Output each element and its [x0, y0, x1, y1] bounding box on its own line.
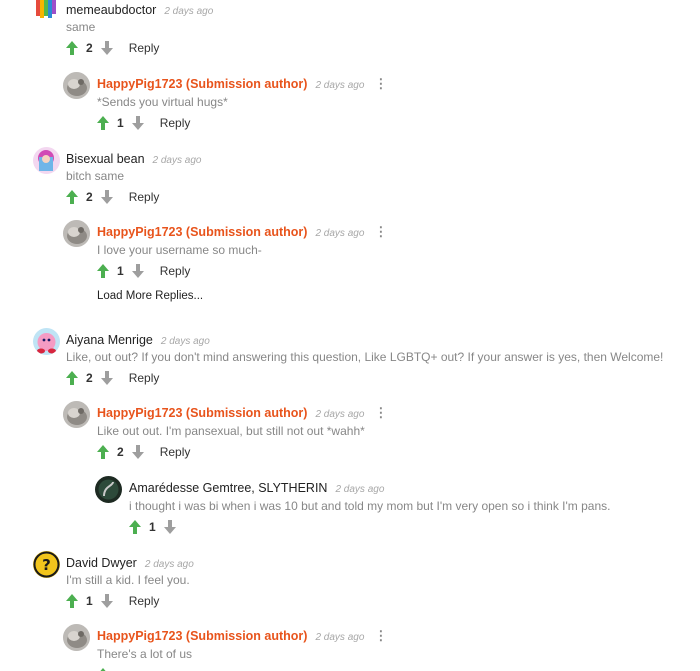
comment-timestamp: 2 days ago [315, 228, 365, 239]
comment-timestamp: 2 days ago [315, 80, 365, 91]
downvote-icon[interactable] [132, 116, 144, 130]
comment-text: Like, out out? If you don't mind answeri… [66, 350, 664, 364]
comment-text: *Sends you virtual hugs* [97, 95, 228, 109]
avatar[interactable] [63, 72, 90, 99]
downvote-icon[interactable] [101, 594, 113, 608]
vote-score: 2 [117, 445, 124, 459]
comment: HappyPig1723 (Submission author) 2 days a… [0, 622, 700, 671]
reply-button[interactable]: Reply [160, 264, 191, 278]
comment-text: I love your username so much- [97, 243, 262, 257]
reply-button[interactable]: Reply [129, 371, 160, 385]
avatar[interactable] [33, 0, 60, 21]
comment-timestamp: 2 days ago [315, 409, 365, 420]
vote-score: 2 [86, 190, 93, 204]
comment: Aiyana Menrige 2 days ago Like, out out? … [0, 326, 700, 386]
comment-author[interactable]: HappyPig1723 (Submission author) [97, 77, 307, 91]
comment-text: Like out out. I'm pansexual, but still n… [97, 424, 365, 438]
comment: memeaubdoctor 2 days ago same 2 Reply [0, 0, 700, 60]
downvote-icon[interactable] [101, 371, 113, 385]
upvote-icon[interactable] [97, 445, 109, 459]
upvote-icon[interactable] [66, 41, 78, 55]
comment-timestamp: 2 days ago [164, 6, 214, 17]
comment-text: There's a lot of us [97, 647, 193, 661]
downvote-icon[interactable] [101, 190, 113, 204]
comment-timestamp: 2 days ago [152, 155, 202, 166]
vote-score: 1 [86, 594, 93, 608]
comment: HappyPig1723 (Submission author) 2 days a… [0, 218, 700, 278]
svg-text:?: ? [42, 556, 51, 574]
comment-text: same [66, 20, 96, 34]
vote-score: 1 [149, 520, 156, 534]
comment-author[interactable]: HappyPig1723 (Submission author) [97, 406, 307, 420]
avatar[interactable] [63, 401, 90, 428]
reply-button[interactable]: Reply [129, 594, 160, 608]
vote-score: 2 [86, 41, 93, 55]
avatar[interactable] [95, 476, 122, 503]
more-options-icon[interactable]: ⋮ [374, 628, 387, 643]
vote-score: 1 [117, 264, 124, 278]
vote-score: 1 [117, 116, 124, 130]
downvote-icon[interactable] [132, 264, 144, 278]
upvote-icon[interactable] [129, 520, 141, 534]
comment-timestamp: 2 days ago [160, 336, 210, 347]
reply-button[interactable]: Reply [129, 190, 160, 204]
reply-button[interactable]: Reply [129, 41, 160, 55]
comment: Bisexual bean 2 days ago bitch same 2 Rep… [0, 145, 700, 205]
upvote-icon[interactable] [97, 264, 109, 278]
comment-text: bitch same [66, 169, 125, 183]
comment-author[interactable]: Amarédesse Gemtree, SLYTHERIN [129, 481, 327, 495]
comment-text: I'm still a kid. I feel you. [66, 573, 190, 587]
comment-author[interactable]: Bisexual bean [66, 152, 145, 166]
vote-score: 2 [86, 371, 93, 385]
comment: ? David Dwyer 2 days ago I'm still a kid.… [0, 549, 700, 609]
reply-button[interactable]: Reply [160, 445, 191, 459]
comment: HappyPig1723 (Submission author) 2 days a… [0, 399, 700, 459]
comment-author[interactable]: Aiyana Menrige [66, 333, 153, 347]
downvote-icon[interactable] [132, 445, 144, 459]
avatar[interactable] [63, 624, 90, 651]
downvote-icon[interactable] [101, 41, 113, 55]
more-options-icon[interactable]: ⋮ [374, 76, 387, 91]
upvote-icon[interactable] [66, 371, 78, 385]
avatar[interactable] [33, 147, 60, 174]
comment: HappyPig1723 (Submission author) 2 days a… [0, 70, 700, 130]
comment-author[interactable]: HappyPig1723 (Submission author) [97, 225, 307, 239]
comment-timestamp: 2 days ago [315, 632, 365, 643]
avatar[interactable] [33, 328, 60, 355]
upvote-icon[interactable] [66, 190, 78, 204]
comment-author[interactable]: memeaubdoctor [66, 3, 156, 17]
more-options-icon[interactable]: ⋮ [374, 224, 387, 239]
comment-author[interactable]: HappyPig1723 (Submission author) [97, 629, 307, 643]
downvote-icon[interactable] [164, 520, 176, 534]
upvote-icon[interactable] [66, 594, 78, 608]
reply-button[interactable]: Reply [160, 116, 191, 130]
comment: Amarédesse Gemtree, SLYTHERIN 2 days ago … [0, 474, 700, 534]
upvote-icon[interactable] [97, 116, 109, 130]
comment-timestamp: 2 days ago [335, 484, 385, 495]
comment-timestamp: 2 days ago [144, 559, 194, 570]
avatar[interactable] [63, 220, 90, 247]
comment-text: i thought i was bi when i was 10 but and… [129, 499, 611, 513]
more-options-icon[interactable]: ⋮ [374, 405, 387, 420]
comment-author[interactable]: David Dwyer [66, 556, 137, 570]
avatar[interactable]: ? [33, 551, 60, 578]
load-more-replies-link[interactable]: Load More Replies... [97, 290, 203, 302]
